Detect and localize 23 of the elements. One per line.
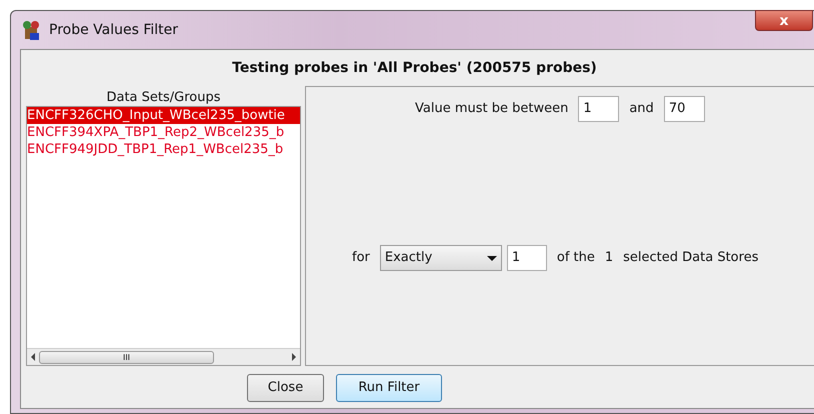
and-label: and [629,100,654,118]
close-dialog-button[interactable]: Close [247,374,324,402]
number-field[interactable]: 1 [506,245,547,271]
of-the-label: of the [556,249,595,268]
range-label: Value must be between [415,100,568,118]
for-label: for [352,249,370,268]
list-item[interactable]: ENCFF326CHO_Input_WBcel235_bowtie [27,107,300,124]
scroll-thumb[interactable]: III [39,350,214,364]
caret-icon [486,256,497,260]
app-logo-icon [21,19,41,41]
run-filter-button[interactable]: Run Filter [336,374,442,402]
scroll-left-icon[interactable] [31,353,35,361]
window-close-button[interactable]: x [755,10,813,31]
scroll-right-icon[interactable] [292,353,296,361]
list-label: Data Sets/Groups [105,89,222,106]
window-title: Probe Values Filter [49,20,178,40]
min-field[interactable]: 1 [578,96,620,122]
store-count: 1 [604,249,614,268]
stores-label: selected Data Stores [623,249,758,268]
mode-dropdown[interactable]: Exactly [380,245,502,271]
horizontal-scrollbar[interactable]: III [27,348,300,365]
max-field[interactable]: 70 [664,96,705,122]
heading: Testing probes in 'All Probes' (200575 probes) [231,59,598,78]
